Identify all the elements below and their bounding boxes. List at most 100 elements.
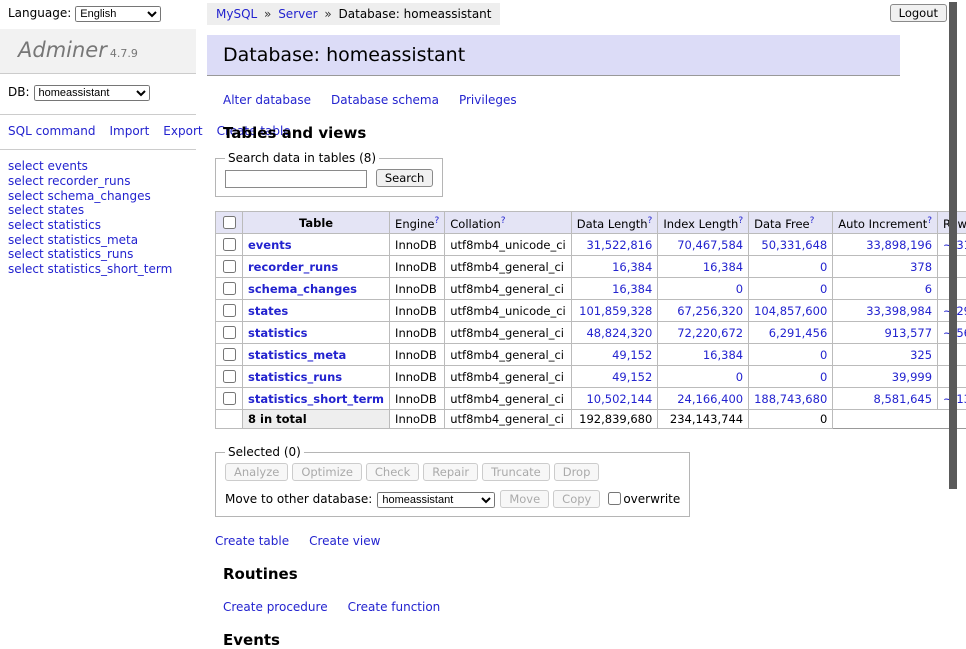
row-checkbox[interactable] [223, 238, 236, 251]
optimize-button[interactable]: Optimize [292, 463, 362, 481]
routines-links: Create procedure Create function [207, 583, 907, 614]
column-help-icon[interactable]: ? [738, 216, 743, 226]
table-name-link[interactable]: schema_changes [248, 282, 357, 296]
database-actions: Alter database Database schema Privileges [207, 76, 907, 107]
table-name-cell: recorder_runs [243, 256, 390, 278]
sidebar-table-link[interactable]: select statistics_meta [8, 233, 188, 248]
search-fieldset: Search data in tables (8) Search [215, 151, 443, 197]
sidebar-table-link[interactable]: select statistics [8, 218, 188, 233]
engine-cell: InnoDB [390, 278, 445, 300]
select-all-checkbox[interactable] [223, 216, 236, 229]
move-button[interactable]: Move [500, 490, 549, 508]
table-name-link[interactable]: statistics [248, 326, 308, 340]
row-checkbox[interactable] [223, 370, 236, 383]
row-checkbox-cell [216, 366, 243, 388]
table-name-link[interactable]: events [248, 238, 292, 252]
engine-cell: InnoDB [390, 322, 445, 344]
data-length-cell: 48,824,320 [571, 322, 658, 344]
repair-button[interactable]: Repair [423, 463, 478, 481]
logout-button[interactable]: Logout [890, 4, 947, 22]
row-checkbox-cell [216, 300, 243, 322]
table-name-link[interactable]: states [248, 304, 288, 318]
column-help-icon[interactable]: ? [648, 216, 653, 226]
search-button[interactable]: Search [376, 169, 434, 187]
search-input[interactable] [225, 170, 367, 188]
copy-button[interactable]: Copy [553, 490, 600, 508]
table-row: statesInnoDButf8mb4_unicode_ci101,859,32… [216, 300, 966, 322]
table-name-cell: statistics [243, 322, 390, 344]
overwrite-checkbox[interactable] [608, 492, 621, 505]
table-name-link[interactable]: recorder_runs [248, 260, 338, 274]
tables-table: TableEngine?Collation?Data Length?Index … [215, 211, 966, 429]
row-checkbox[interactable] [223, 260, 236, 273]
routines-heading: Routines [223, 565, 907, 583]
footer-link-create-table[interactable]: Create table [215, 534, 289, 548]
column-help-icon[interactable]: ? [810, 216, 815, 226]
analyze-button[interactable]: Analyze [225, 463, 288, 481]
row-checkbox[interactable] [223, 282, 236, 295]
row-checkbox[interactable] [223, 326, 236, 339]
row-checkbox-cell [216, 234, 243, 256]
auto-increment-cell: 378 [833, 256, 938, 278]
sidebar-table-link[interactable]: select events [8, 159, 188, 174]
total-checkbox-cell [216, 410, 243, 429]
sidebar-table-link[interactable]: select recorder_runs [8, 174, 188, 189]
sidebar-table-link[interactable]: select states [8, 203, 188, 218]
sidebar: Language:English Adminer4.7.9 DB:homeass… [0, 0, 196, 285]
move-label: Move to other database: [225, 492, 372, 506]
breadcrumb-link-mysql[interactable]: MySQL [216, 7, 257, 21]
row-checkbox[interactable] [223, 348, 236, 361]
sidebar-actions: SQL commandImportExportCreate table [0, 115, 196, 150]
footer-link-create-view[interactable]: Create view [309, 534, 380, 548]
search-legend: Search data in tables (8) [225, 151, 379, 165]
table-name-cell: schema_changes [243, 278, 390, 300]
index-length-cell: 16,384 [658, 344, 749, 366]
engine-cell: InnoDB [390, 256, 445, 278]
language-select[interactable]: English [75, 6, 161, 22]
sidebar-table-link[interactable]: select statistics_short_term [8, 262, 188, 277]
breadcrumb-separator: » [321, 7, 336, 21]
column-header-engine: Engine? [390, 212, 445, 234]
sidebar-table-link[interactable]: select statistics_runs [8, 247, 188, 262]
engine-cell: InnoDB [390, 234, 445, 256]
column-help-icon[interactable]: ? [434, 216, 439, 226]
app-logo-block: Adminer4.7.9 [0, 29, 196, 74]
table-name-link[interactable]: statistics_short_term [248, 392, 384, 406]
db-select[interactable]: homeassistant [34, 85, 150, 101]
vertical-scrollbar-thumb[interactable] [949, 2, 957, 489]
index-length-cell: 24,166,400 [658, 388, 749, 410]
routine-link-create-procedure[interactable]: Create procedure [223, 600, 328, 614]
truncate-button[interactable]: Truncate [482, 463, 550, 481]
table-row: statisticsInnoDButf8mb4_general_ci48,824… [216, 322, 966, 344]
sidebar-table-link[interactable]: select schema_changes [8, 189, 188, 204]
row-checkbox[interactable] [223, 392, 236, 405]
table-name-cell: statistics_short_term [243, 388, 390, 410]
routine-link-create-function[interactable]: Create function [348, 600, 441, 614]
sidebar-action-link-sql-command[interactable]: SQL command [8, 124, 95, 138]
column-help-icon[interactable]: ? [927, 216, 932, 226]
index-length-cell: 0 [658, 366, 749, 388]
table-name-link[interactable]: statistics_runs [248, 370, 342, 384]
move-db-select[interactable]: homeassistant [377, 492, 495, 508]
row-checkbox[interactable] [223, 304, 236, 317]
data-length-cell: 10,502,144 [571, 388, 658, 410]
column-help-icon[interactable]: ? [501, 216, 506, 226]
db-action-link[interactable]: Alter database [223, 93, 311, 107]
row-checkbox-cell [216, 388, 243, 410]
engine-cell: InnoDB [390, 388, 445, 410]
data-length-cell: 31,522,816 [571, 234, 658, 256]
column-header-data-free: Data Free? [749, 212, 833, 234]
header-checkbox-cell [216, 212, 243, 234]
collation-cell: utf8mb4_unicode_ci [445, 300, 572, 322]
table-name-link[interactable]: statistics_meta [248, 348, 346, 362]
app-logo[interactable]: Adminer [18, 38, 107, 62]
sidebar-action-link-export[interactable]: Export [163, 124, 202, 138]
sidebar-action-link-import[interactable]: Import [109, 124, 149, 138]
check-button[interactable]: Check [366, 463, 419, 481]
drop-button[interactable]: Drop [554, 463, 600, 481]
db-action-link[interactable]: Privileges [459, 93, 517, 107]
breadcrumb-link-server[interactable]: Server [278, 7, 317, 21]
index-length-cell: 70,467,584 [658, 234, 749, 256]
db-action-link[interactable]: Database schema [331, 93, 439, 107]
table-row: statistics_runsInnoDButf8mb4_general_ci4… [216, 366, 966, 388]
